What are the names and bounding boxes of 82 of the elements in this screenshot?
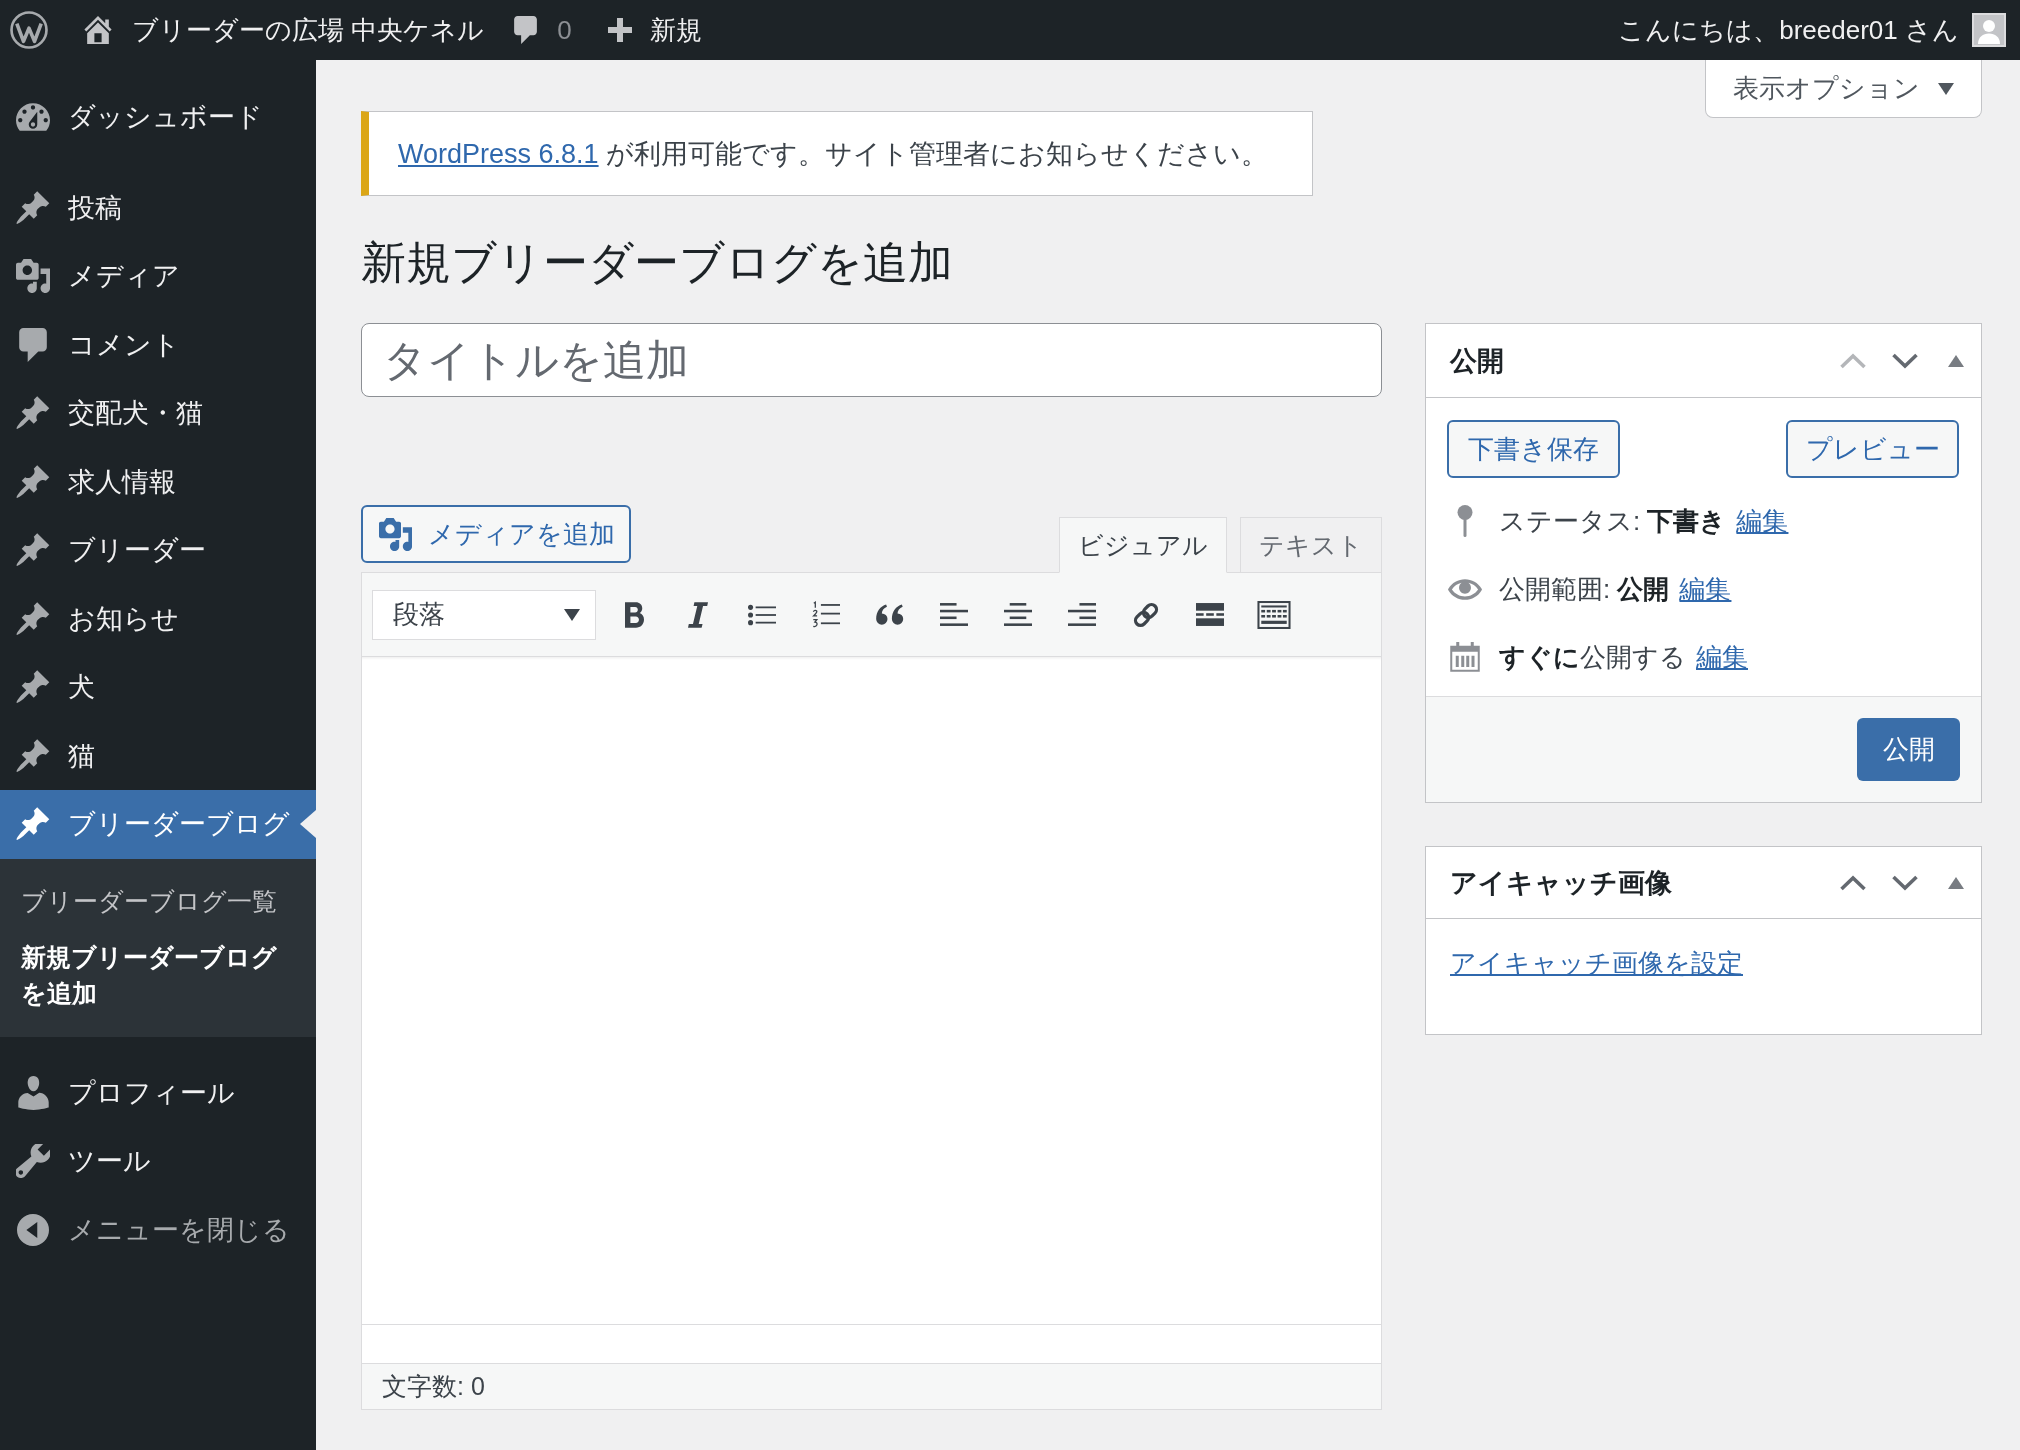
box-title: アイキャッチ画像 [1450,866,1672,900]
account-link[interactable]: こんにちは、breeder01 さん [1618,0,2006,60]
caret-down-icon [564,608,580,621]
menu-item[interactable]: ツール [0,1127,316,1196]
quote-icon[interactable] [875,603,905,626]
publish-button[interactable]: 公開 [1857,718,1960,781]
align-left-icon[interactable] [940,603,968,626]
submenu-item[interactable]: ブリーダーブログ一覧 [0,872,316,929]
menu-item[interactable]: お知らせ [0,584,316,653]
caret-down-icon [1938,82,1954,95]
preview-button[interactable]: プレビュー [1786,420,1959,478]
pushpin-icon [16,738,50,773]
eye-icon [1448,578,1482,600]
editor-tab[interactable]: テキスト [1240,517,1382,573]
menu-item[interactable]: ブリーダーブログ [0,790,316,859]
save-draft-button[interactable]: 下書き保存 [1447,420,1620,478]
speech-bubble-icon [19,327,47,362]
edit-link[interactable]: 編集 [1679,571,1732,607]
plus-icon [607,18,632,42]
menu-item[interactable]: 猫 [0,721,316,790]
camera-music-icon [16,259,50,294]
calendar-icon [1450,642,1480,672]
numbered-list-icon[interactable] [812,601,840,628]
menu-item[interactable]: ダッシュボード [0,83,316,152]
add-media-button[interactable]: メディアを追加 [361,505,631,563]
pushpin-icon [16,601,50,636]
edit-link[interactable]: 編集 [1736,503,1789,539]
menu-item[interactable]: プロフィール [0,1058,316,1127]
schedule-text: すぐに公開する [1499,640,1686,674]
wordpress-logo-icon[interactable] [10,11,48,49]
menu-item[interactable]: ブリーダー [0,516,316,585]
pushpin-icon [16,807,50,842]
menu-item[interactable]: 投稿 [0,173,316,242]
read-more-icon[interactable] [1196,603,1224,626]
camera-music-icon [379,517,412,551]
comments-link[interactable]: 0 [514,0,572,60]
pin-icon [1457,505,1473,537]
triangle-up-icon[interactable] [1948,876,1964,889]
italic-icon[interactable] [688,601,708,628]
notice-text: WordPress 6.8.1 が利用可能です。サイト管理者にお知らせください。 [398,137,1269,171]
bullet-list-icon[interactable] [748,603,776,626]
chevron-down-icon[interactable] [1891,352,1919,369]
menu-item[interactable]: 犬 [0,653,316,722]
page-title: 新規ブリーダーブログを追加 [361,236,954,290]
chevron-down-icon[interactable] [1891,874,1919,891]
submenu-item[interactable]: 新規ブリーダーブログを追加 [0,928,316,1021]
pushpin-icon [16,396,50,431]
gauge-icon [16,103,50,132]
menu-item[interactable]: コメント [0,310,316,379]
site-name-link[interactable]: ブリーダーの広場 中央ケネル [84,0,485,60]
align-center-icon[interactable] [1004,603,1032,626]
triangle-up-icon[interactable] [1948,354,1964,367]
wrench-icon [16,1144,50,1179]
status-text: ステータス: 下書き [1499,504,1727,538]
new-content-link[interactable]: 新規 [607,0,702,60]
menu-item[interactable]: 求人情報 [0,447,316,516]
title-field[interactable]: タイトルを追加 [361,323,1382,397]
avatar-icon [1972,13,2006,47]
collapse-menu-button[interactable]: メニューを閉じる [0,1195,316,1264]
align-right-icon[interactable] [1068,603,1096,626]
person-icon [17,1075,49,1110]
edit-link[interactable]: 編集 [1696,639,1748,675]
menu-item[interactable]: メディア [0,242,316,311]
circle-arrow-left-icon [17,1213,49,1246]
pushpin-icon [16,190,50,225]
speech-bubble-icon [514,16,538,44]
home-icon [84,16,112,44]
chevron-up-icon[interactable] [1839,874,1867,891]
keyboard-icon[interactable] [1257,600,1291,629]
bold-icon[interactable] [624,601,644,628]
visibility-text: 公開範囲: 公開 [1499,572,1670,606]
screen-options-button[interactable]: 表示オプション [1705,60,1982,118]
format-select[interactable]: 段落 [372,589,596,640]
pushpin-icon [16,670,50,705]
word-count: 文字数: 0 [382,1371,485,1402]
editor-tab[interactable]: ビジュアル [1059,517,1227,573]
set-featured-image-link[interactable]: アイキャッチ画像を設定 [1450,948,1743,978]
update-link[interactable]: WordPress 6.8.1 [398,138,599,169]
menu-item[interactable]: 交配犬・猫 [0,379,316,448]
box-title: 公開 [1450,344,1504,378]
pushpin-icon [16,464,50,499]
pushpin-icon [16,533,50,568]
